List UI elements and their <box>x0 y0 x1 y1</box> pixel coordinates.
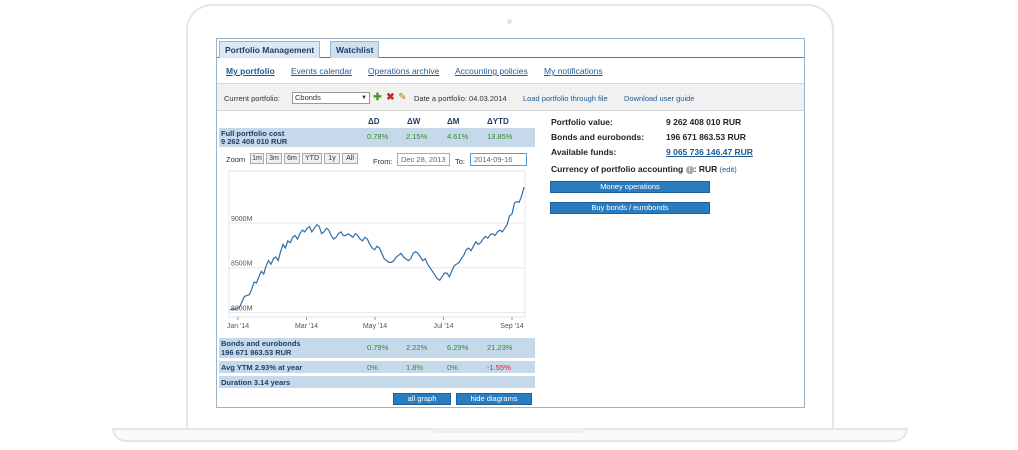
delete-icon[interactable]: ✖ <box>385 92 396 103</box>
header-delta-week: ΔW <box>407 117 421 126</box>
to-date-input[interactable]: 2014-09-16 <box>470 153 527 166</box>
chart-x-tick-label: Jul '14 <box>433 323 453 330</box>
app-window: Portfolio Management Watchlist My portfo… <box>216 38 805 408</box>
all-graph-button[interactable]: all graph <box>393 393 451 405</box>
bonds-dd: 0.79% <box>367 343 389 352</box>
bonds-row: Bonds and eurobonds 196 671 863.53 RUR 0… <box>219 338 535 358</box>
chevron-down-icon: ▼ <box>361 95 367 101</box>
bonds-value-right: 196 671 863.53 RUR <box>666 132 746 142</box>
portfolio-value: 9 262 408 010 RUR <box>666 117 742 127</box>
chart-x-tick-label: May '14 <box>363 323 387 330</box>
zoom-1y-button[interactable]: 1y <box>324 153 340 164</box>
laptop-notch <box>432 428 586 433</box>
bonds-name: Bonds and eurobonds <box>221 339 301 348</box>
nav-my-portfolio[interactable]: My portfolio <box>226 66 275 76</box>
portfolio-value-label: Portfolio value: <box>551 117 613 127</box>
tab-bar: Portfolio Management Watchlist <box>217 39 804 58</box>
portfolio-date: Date a portfolio: 04.03.2014 <box>414 94 507 103</box>
full-cost-dd: 0.78% <box>367 132 389 141</box>
zoom-all-button[interactable]: All <box>342 153 358 164</box>
funds-label: Available funds: <box>551 147 617 157</box>
duration-row: Duration 3.14 years <box>219 374 535 388</box>
portfolio-select-value: Cbonds <box>295 93 321 102</box>
chart-y-tick-label: 8500M <box>231 261 253 268</box>
to-label: To: <box>455 157 466 166</box>
chart-x-tick-label: Mar '14 <box>295 323 318 330</box>
bonds-dytd: 21.23% <box>487 343 513 352</box>
zoom-ytd-button[interactable]: YTD <box>302 153 322 164</box>
tab-portfolio-management[interactable]: Portfolio Management <box>219 41 321 58</box>
full-cost-row: Full portfolio cost 9 262 408 010 RUR 0.… <box>219 128 535 147</box>
from-date-input[interactable]: Dec 28, 2013 <box>397 153 450 166</box>
from-label: From: <box>373 157 393 166</box>
full-cost-dw: 2.15% <box>406 132 428 141</box>
currency-colon: : <box>693 164 697 174</box>
nav-events-calendar[interactable]: Events calendar <box>291 66 352 76</box>
nav-operations-archive[interactable]: Operations archive <box>368 66 439 76</box>
zoom-6m-button[interactable]: 6m <box>284 153 300 164</box>
edit-currency-link[interactable]: (edit) <box>720 165 737 174</box>
currency-label: Currency of portfolio accounting <box>551 164 684 174</box>
chart-x-tick-label: Jan '14 <box>227 323 249 330</box>
chart-y-tick-label: 9000M <box>231 216 253 223</box>
bonds-value: 196 671 863.53 RUR <box>221 348 292 357</box>
ytm-dd: 0% <box>367 363 378 372</box>
bonds-dm: 6.29% <box>447 343 469 352</box>
currency-value: RUR <box>698 164 718 174</box>
full-cost-dm: 4.61% <box>447 132 469 141</box>
current-portfolio-label: Current portfolio: <box>224 94 280 103</box>
download-guide-link[interactable]: Download user guide <box>624 94 694 103</box>
ytm-name: Avg YTM 2.93% at year <box>221 363 303 372</box>
portfolio-value-chart: 8000M8500M9000M Jan '14 Mar '14 May '14 Jul… <box>227 170 526 330</box>
ytm-dw: 1.8% <box>406 363 424 372</box>
portfolio-value-line <box>229 186 525 311</box>
zoom-1m-button[interactable]: 1m <box>250 153 264 164</box>
nav-my-notifications[interactable]: My notifications <box>544 66 603 76</box>
tab-watchlist[interactable]: Watchlist <box>330 41 380 58</box>
camera-dot <box>507 19 512 24</box>
portfolio-select[interactable]: Cbonds ▼ <box>292 92 370 104</box>
money-operations-button[interactable]: Money operations <box>550 181 710 193</box>
header-delta-ytd: ΔYTD <box>487 117 509 126</box>
chart-x-tick-label: Sep '14 <box>500 323 524 330</box>
header-delta-month: ΔM <box>447 117 460 126</box>
available-funds-link[interactable]: 9 065 736 146.47 RUR <box>666 147 753 157</box>
duration-name: Duration 3.14 years <box>221 378 291 387</box>
bonds-label: Bonds and eurobonds: <box>551 132 645 142</box>
portfolio-toolbar: Current portfolio: Cbonds ▼ ✚ ✖ ✎ Date a… <box>217 83 804 111</box>
hide-diagrams-button[interactable]: hide diagrams <box>456 393 532 405</box>
info-icon[interactable]: i <box>685 165 694 174</box>
ytm-dytd: -1.55% <box>487 363 511 372</box>
nav-accounting-policies[interactable]: Accounting policies <box>455 66 528 76</box>
ytm-dm: 0% <box>447 363 458 372</box>
currency-row: Currency of portfolio accounting i: RUR … <box>551 164 737 174</box>
ytm-row: Avg YTM 2.93% at year 0% 1.8% 0% -1.55% <box>219 359 535 373</box>
add-icon[interactable]: ✚ <box>372 92 383 103</box>
full-cost-value: 9 262 408 010 RUR <box>221 137 288 146</box>
load-portfolio-link[interactable]: Load portfolio through file <box>523 94 608 103</box>
full-cost-dytd: 13.85% <box>487 132 513 141</box>
zoom-3m-button[interactable]: 3m <box>266 153 282 164</box>
change-headers: ΔD ΔW ΔM ΔYTD <box>217 117 535 127</box>
header-delta-day: ΔD <box>368 117 380 126</box>
edit-icon[interactable]: ✎ <box>397 92 408 103</box>
zoom-label: Zoom <box>226 155 246 164</box>
buy-bonds-button[interactable]: Buy bonds / eurobonds <box>550 202 710 214</box>
bonds-dw: 2.22% <box>406 343 428 352</box>
chart-plot-area <box>228 170 526 318</box>
